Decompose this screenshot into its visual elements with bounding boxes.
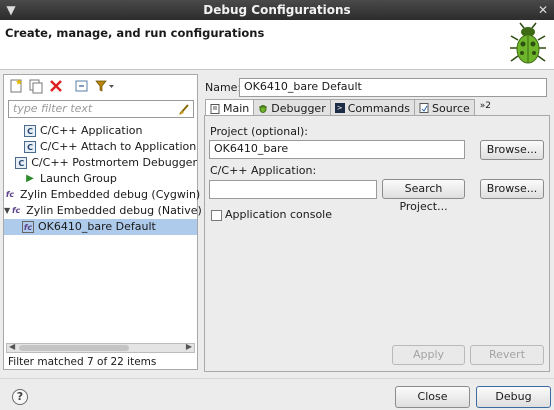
tree-item-c-postmortem[interactable]: C C/C++ Postmortem Debugger xyxy=(4,155,197,171)
tree-item-launch-group[interactable]: ▶ Launch Group xyxy=(4,171,197,187)
commands-tab-icon: > xyxy=(334,103,345,113)
tree-item-ok6410-default[interactable]: fc OK6410_bare Default xyxy=(4,219,197,235)
c-app-icon: C xyxy=(24,125,36,137)
minimize-icon[interactable]: ▼ xyxy=(4,3,18,17)
tab-label: Commands xyxy=(347,101,410,115)
project-input[interactable]: OK6410_bare xyxy=(209,140,465,159)
main-tab-icon xyxy=(210,103,220,114)
tab-label: Main xyxy=(223,102,250,115)
tab-commands[interactable]: > Commands xyxy=(329,99,415,116)
close-window-icon[interactable]: ✕ xyxy=(536,3,550,17)
tree-item-label: Launch Group xyxy=(40,172,117,185)
main-tab-panel: Project (optional): OK6410_bare Browse..… xyxy=(204,115,550,372)
title-bar: ▼ Debug Configurations ✕ xyxy=(0,0,554,20)
tree-item-label: C/C++ Application xyxy=(40,124,143,137)
debug-bug-icon xyxy=(510,22,546,64)
configuration-tree: C C/C++ Application C C/C++ Attach to Ap… xyxy=(4,123,202,235)
close-button[interactable]: Close xyxy=(395,386,470,408)
apply-button[interactable]: Apply xyxy=(392,345,465,365)
zylin-icon: fc xyxy=(5,190,15,199)
tree-item-c-attach[interactable]: C C/C++ Attach to Application xyxy=(4,139,197,155)
tab-source[interactable]: Source xyxy=(414,99,475,116)
tree-item-zylin-native[interactable]: ▼ fc Zylin Embedded debug (Native) xyxy=(4,203,202,219)
tree-item-zylin-cygwin[interactable]: fc Zylin Embedded debug (Cygwin) xyxy=(4,187,201,203)
collapse-all-icon[interactable] xyxy=(74,78,90,94)
zylin-config-icon: fc xyxy=(22,221,34,233)
zylin-icon: fc xyxy=(12,206,21,215)
browse-project-button[interactable]: Browse... xyxy=(480,140,544,160)
delete-config-icon[interactable] xyxy=(48,78,64,94)
app-input[interactable] xyxy=(209,180,377,199)
new-config-icon[interactable] xyxy=(8,78,24,94)
config-name-input[interactable]: OK6410_bare Default xyxy=(239,78,547,97)
clear-filter-icon[interactable] xyxy=(177,102,191,116)
debug-button[interactable]: Debug xyxy=(476,386,551,408)
window-title: Debug Configurations xyxy=(203,3,351,17)
project-label: Project (optional): xyxy=(210,125,309,138)
source-tab-icon xyxy=(419,103,429,113)
revert-button[interactable]: Revert xyxy=(470,345,544,365)
tab-label: Debugger xyxy=(271,101,326,115)
tree-item-label: Zylin Embedded debug (Native) xyxy=(26,204,202,217)
filter-menu-icon[interactable] xyxy=(94,78,116,94)
dialog-subtitle: Create, manage, and run configurations xyxy=(5,26,265,40)
search-project-button[interactable]: Search Project... xyxy=(382,179,465,213)
tab-label: Source xyxy=(432,101,470,115)
launch-group-icon: ▶ xyxy=(26,173,34,184)
scrollbar-thumb[interactable] xyxy=(19,345,129,351)
c-attach-icon: C xyxy=(24,141,36,153)
browse-app-button[interactable]: Browse... xyxy=(480,179,544,199)
debugger-tab-icon xyxy=(258,103,268,113)
dialog-header: Create, manage, and run configurations xyxy=(0,20,554,70)
horizontal-scrollbar[interactable]: ◀ ▶ xyxy=(6,342,195,353)
duplicate-config-icon[interactable] xyxy=(28,78,44,94)
filter-status-text: Filter matched 7 of 22 items xyxy=(8,356,157,368)
configuration-list-panel: type filter text C C/C++ Application C C… xyxy=(3,74,202,370)
help-icon[interactable]: ? xyxy=(12,389,28,405)
tree-item-label: OK6410_bare Default xyxy=(38,220,156,233)
scroll-right-icon[interactable]: ▶ xyxy=(186,342,192,351)
app-label: C/C++ Application: xyxy=(210,164,317,177)
tree-item-c-application[interactable]: C C/C++ Application xyxy=(4,123,197,139)
application-console-checkbox[interactable] xyxy=(211,210,222,221)
tree-item-label: Zylin Embedded debug (Cygwin) xyxy=(20,188,201,201)
tree-item-label: C/C++ Postmortem Debugger xyxy=(31,156,197,169)
c-postmortem-icon: C xyxy=(15,157,28,169)
name-label: Name: xyxy=(205,81,242,94)
tab-overflow-button[interactable]: »2 xyxy=(480,99,491,116)
config-tabs: Main Debugger > Commands Source »2 xyxy=(205,99,491,117)
tree-item-label: C/C++ Attach to Application xyxy=(40,140,197,153)
tab-debugger[interactable]: Debugger xyxy=(253,99,331,116)
scroll-left-icon[interactable]: ◀ xyxy=(9,342,15,351)
application-console-label: Application console xyxy=(225,208,332,221)
footer-divider xyxy=(0,378,554,379)
config-toolbar xyxy=(4,75,197,97)
filter-input[interactable]: type filter text xyxy=(8,100,194,118)
